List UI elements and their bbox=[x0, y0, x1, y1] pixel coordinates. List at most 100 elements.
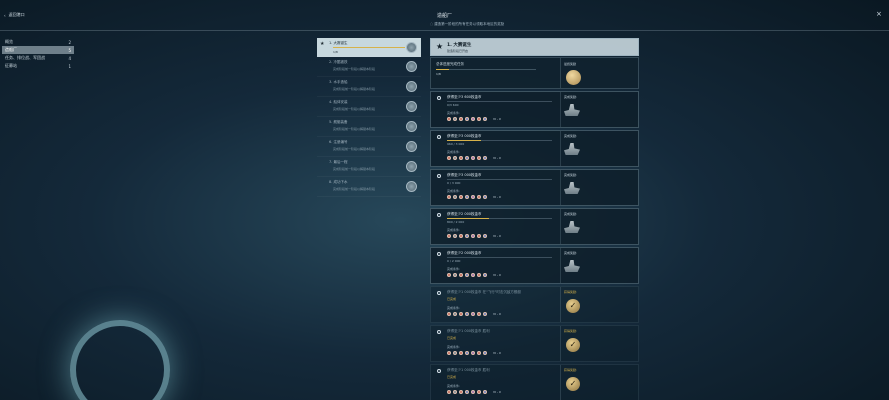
nation-flag-icon bbox=[477, 273, 481, 277]
menu-item-recruit[interactable]: 征募站 1 bbox=[2, 62, 74, 70]
menu-item-missions[interactable]: 任务、排位战、军团战 4 bbox=[2, 54, 74, 62]
check-icon: ✓ bbox=[566, 299, 580, 313]
nation-flag-icon bbox=[477, 117, 481, 121]
stage-sub: 完成阶段前一阶段以解锁本阶段 bbox=[333, 167, 376, 171]
menu-item-overview[interactable]: 概览 2 bbox=[2, 38, 74, 46]
task-condition-label: 完成条件: bbox=[447, 267, 461, 271]
nation-flag-icon bbox=[447, 234, 451, 238]
tier-range: VI - X bbox=[493, 351, 501, 355]
stage-sub: 完成阶段前一阶段以解锁本阶段 bbox=[333, 87, 376, 91]
nation-flag-icon bbox=[453, 234, 457, 238]
stage-seal-icon bbox=[406, 101, 417, 112]
radio-icon bbox=[437, 369, 441, 373]
nation-flag-icon bbox=[459, 234, 463, 238]
final-reward-label: 最终奖励 bbox=[564, 62, 577, 66]
task-value: 0/3 600 bbox=[447, 103, 459, 107]
task-card[interactable]: 获得至少2 000枚金币 0 / 2 000 完成条件: VI - X 完成奖励: bbox=[430, 247, 639, 284]
page-title: 造船厂 bbox=[436, 13, 452, 19]
nation-flag-icon bbox=[471, 390, 475, 394]
radio-icon bbox=[437, 213, 441, 217]
stage-title: 7. 最后一程 bbox=[329, 160, 348, 164]
stage-item[interactable]: ★ 1. 大赛诞生 1/8 bbox=[317, 38, 421, 57]
nation-flag-icon bbox=[465, 312, 469, 316]
task-card[interactable]: 获得至少3 000枚金币 960 / 3 000 完成条件: VI - X 完成奖励… bbox=[430, 130, 639, 167]
nation-flag-icon bbox=[465, 234, 469, 238]
task-card[interactable]: 获得至少1 000枚金币 胜利 已完成 完成条件: VI - X 获得奖励: ✓ bbox=[430, 364, 639, 400]
radio-icon bbox=[437, 174, 441, 178]
task-card[interactable]: 获得至少1 000枚金币 胜利 已完成 完成条件: VI - X 获得奖励: ✓ bbox=[430, 325, 639, 362]
stage-title: 6. 注册编号 bbox=[329, 140, 348, 144]
nation-flag-icon bbox=[447, 312, 451, 316]
close-icon[interactable]: × bbox=[876, 10, 884, 18]
task-value: 0 / 2 000 bbox=[447, 259, 461, 263]
stage-progress-bar bbox=[333, 47, 405, 48]
overall-progress: 总体进度完成任务 1/8 最终奖励 bbox=[430, 57, 639, 89]
stage-item[interactable]: 8. 成功下水完成阶段前一阶段以解锁本阶段 bbox=[317, 177, 421, 197]
stage-sub: 完成阶段前一阶段以解锁本阶段 bbox=[333, 67, 376, 71]
ship-reward-icon bbox=[564, 143, 580, 155]
nation-flag-icon bbox=[483, 156, 487, 160]
nation-chips: VI - X bbox=[447, 390, 501, 394]
nation-flag-icon bbox=[483, 390, 487, 394]
nation-flag-icon bbox=[483, 273, 487, 277]
nation-flag-icon bbox=[453, 351, 457, 355]
stage-item[interactable]: 5. 舰艇装备 完成阶段前一阶段以解锁本阶段 bbox=[317, 117, 421, 137]
stage-item[interactable]: 6. 注册编号完成阶段前一阶段以解锁本阶段 bbox=[317, 137, 421, 157]
nation-chips: VI - X bbox=[447, 273, 501, 277]
task-card[interactable]: 获得至少3 600枚金币 0/3 600 完成条件: VI - X 完成奖励: bbox=[430, 91, 639, 128]
task-title: 获得至少1 000枚金币 在"飞行"时击沉敌方舰艇 bbox=[447, 290, 521, 294]
nation-flag-icon bbox=[483, 351, 487, 355]
tier-range: VI - X bbox=[493, 390, 501, 394]
nation-flag-icon bbox=[465, 156, 469, 160]
star-icon: ★ bbox=[320, 41, 325, 47]
stage-sub: 完成阶段前一阶段以解锁本阶段 bbox=[333, 127, 376, 131]
stage-item[interactable]: 3. 水手造船 完成阶段前一阶段以解锁本阶段 bbox=[317, 77, 421, 97]
nation-chips: VI - X bbox=[447, 195, 501, 199]
task-title: 获得至少3 600枚金币 bbox=[447, 95, 482, 99]
nation-chips: VI - X bbox=[447, 117, 501, 121]
task-reward-label: 获得奖励: bbox=[564, 368, 578, 372]
task-card[interactable]: 获得至少1 000枚金币 在"飞行"时击沉敌方舰艇 已完成 完成条件: VI - X… bbox=[430, 286, 639, 323]
ship-reward-icon bbox=[564, 260, 580, 272]
task-condition-label: 完成条件: bbox=[447, 306, 461, 310]
radio-icon bbox=[437, 96, 441, 100]
radio-icon bbox=[437, 291, 441, 295]
stage-sub: 完成阶段前一阶段以解锁本阶段 bbox=[333, 147, 376, 151]
nation-flag-icon bbox=[483, 117, 487, 121]
nation-flag-icon bbox=[471, 312, 475, 316]
nation-flag-icon bbox=[471, 273, 475, 277]
menu-item-shipyard[interactable]: 造船厂 5 bbox=[2, 46, 74, 54]
stage-sub: 完成阶段前一阶段以解锁本阶段 bbox=[333, 187, 376, 191]
stage-title: 1. 大赛诞生 bbox=[447, 43, 472, 48]
task-condition-label: 完成条件: bbox=[447, 384, 461, 388]
reward-coin-icon[interactable] bbox=[566, 70, 581, 85]
task-value: 960 / 3 000 bbox=[447, 142, 465, 146]
stage-item[interactable]: 4. 船体安装 完成阶段前一阶段以解锁本阶段 bbox=[317, 97, 421, 117]
nation-chips: VI - X bbox=[447, 312, 501, 316]
info-icon: ◌ bbox=[430, 22, 434, 26]
stage-count: 1/8 bbox=[333, 50, 338, 54]
nation-chips: VI - X bbox=[447, 351, 501, 355]
stage-item[interactable]: 2. 冷酷锻铁 完成阶段前一阶段以解锁本阶段 bbox=[317, 57, 421, 77]
task-reward-label: 完成奖励: bbox=[564, 95, 578, 99]
stage-seal-icon bbox=[406, 42, 417, 53]
stage-subtitle: 建造阶段已开启 bbox=[447, 49, 469, 53]
task-progress-bar bbox=[447, 101, 552, 102]
stage-seal-icon bbox=[406, 121, 417, 132]
nation-chips: VI - X bbox=[447, 234, 501, 238]
check-icon: ✓ bbox=[566, 377, 580, 391]
stage-item[interactable]: 7. 最后一程完成阶段前一阶段以解锁本阶段 bbox=[317, 157, 421, 177]
task-card[interactable]: 获得至少2 000枚金币 800 / 2 000 完成条件: VI - X 完成奖励… bbox=[430, 208, 639, 245]
task-progress-bar bbox=[447, 179, 552, 180]
nation-flag-icon bbox=[465, 117, 469, 121]
task-condition-label: 完成条件: bbox=[447, 150, 461, 154]
nation-flag-icon bbox=[477, 234, 481, 238]
stage-title: 8. 成功下水 bbox=[329, 180, 348, 184]
task-card[interactable]: 获得至少3 000枚金币 0 / 3 000 完成条件: VI - X 完成奖励: bbox=[430, 169, 639, 206]
task-condition-label: 完成条件: bbox=[447, 111, 461, 115]
ship-reward-icon bbox=[564, 182, 580, 194]
nation-flag-icon bbox=[447, 351, 451, 355]
task-progress-bar bbox=[447, 140, 552, 141]
check-icon: ✓ bbox=[566, 338, 580, 352]
task-value: 800 / 2 000 bbox=[447, 220, 465, 224]
